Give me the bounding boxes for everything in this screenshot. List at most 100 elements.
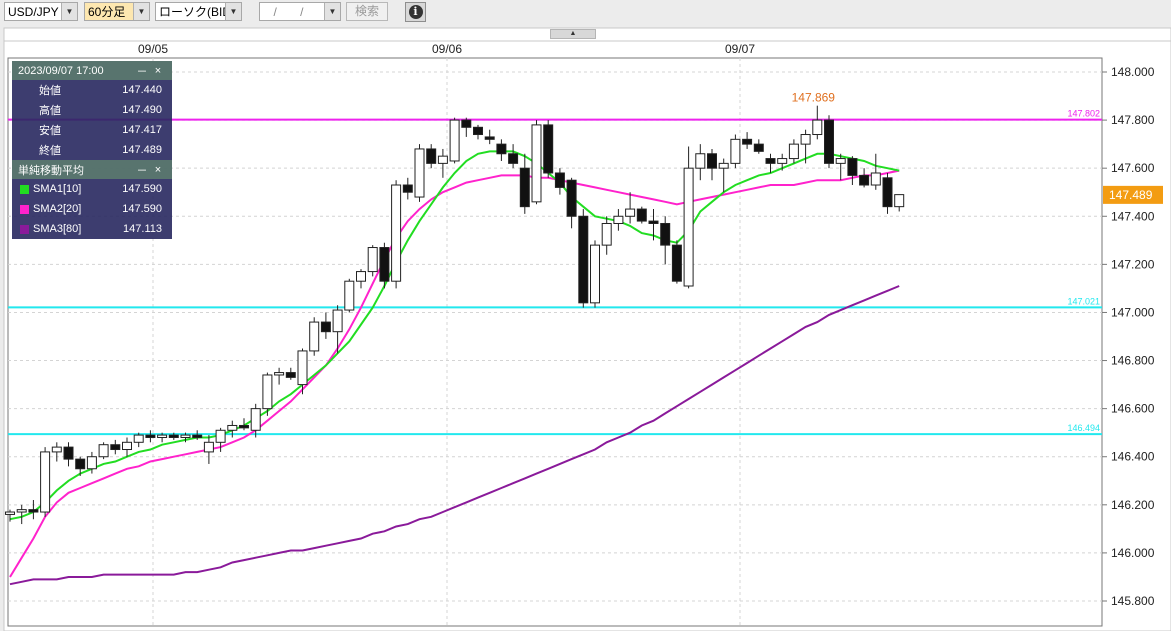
candle-up [531,124,542,203]
candle-down [63,446,74,460]
sma-title: 単純移動平均 [18,164,84,177]
candle-down [75,458,86,470]
candle-up [800,134,811,145]
candle-down [519,167,530,208]
candle-down [402,184,413,193]
candle-up [718,162,729,169]
sma2-value: 147.590 [122,203,162,215]
candle-down [168,434,179,438]
high-label: 高値 [39,105,61,117]
candle-up [51,446,62,453]
candle-up [437,155,448,164]
candle-up [683,167,694,287]
high-value: 147.490 [122,104,162,116]
sma1-value: 147.590 [122,183,162,195]
candle-up [730,138,741,164]
sma3-value: 147.113 [123,223,162,235]
candle-up [203,441,214,453]
y-tick-label: 146.200 [1111,498,1155,512]
candle-up [414,148,425,198]
ohlc-row-high: 高値 147.490 [12,100,172,120]
sma3-swatch [20,224,29,234]
candle-up [16,509,27,513]
candle-up [262,374,273,410]
info-datetime: 2023/09/07 17:00 [18,64,104,77]
candle-up [40,451,51,513]
sma1-name: SMA1[10] [33,183,82,195]
candle-up [625,208,636,217]
ohlc-row-close: 終値 147.489 [12,140,172,160]
sma1-swatch [20,184,29,194]
candle-up [788,143,799,160]
candle-up [601,222,612,246]
candle-up [449,119,460,162]
candle-down [426,148,437,164]
candle-down [859,174,870,186]
candle-up [180,434,191,438]
y-tick-label: 147.200 [1111,257,1155,271]
candle-up [309,321,320,352]
candle-down [636,208,647,222]
sma1-row: SMA1[10] 147.590 [12,179,172,199]
plot-frame [7,57,1103,627]
candle-up [250,408,261,431]
close-button[interactable]: × [150,65,166,77]
low-value: 147.417 [122,124,162,136]
candle-down [285,372,296,378]
candle-up [870,172,881,186]
candle-up [391,184,402,282]
y-tick-label: 148.000 [1111,65,1155,79]
x-date-label: 09/06 [432,42,462,56]
candle-down [707,153,717,169]
reference-line-label: 147.021 [1067,296,1100,306]
reference-line-label: 147.802 [1067,109,1100,119]
candle-down [145,434,156,438]
candle-down [554,172,565,188]
y-tick-label: 147.400 [1111,209,1155,223]
candle-up [835,158,846,164]
sma3-name: SMA3[80] [33,223,82,235]
candle-down [578,215,589,304]
candle-down [742,138,753,145]
candle-up [367,247,378,273]
candle-up [227,424,238,431]
candle-down [648,220,659,224]
candle-up [356,271,366,282]
x-date-label: 09/05 [138,42,168,56]
candle-down [239,424,249,429]
candle-down [671,244,682,282]
close-value: 147.489 [122,144,162,156]
x-date-label: 09/07 [725,42,755,56]
y-tick-label: 147.800 [1111,113,1155,127]
ohlc-row-open: 始値 147.440 [12,80,172,100]
candle-up [274,372,285,376]
sma2-swatch [20,204,29,214]
y-tick-label: 146.600 [1111,402,1155,416]
info-panel-header: 2023/09/07 17:00 － × [12,61,172,80]
candle-up [5,511,15,515]
minimize-button[interactable]: － [134,63,150,79]
candle-down [320,321,331,333]
y-tick-label: 147.000 [1111,305,1155,319]
candle-down [28,509,39,513]
candle-down [543,124,554,174]
candle-up [98,444,109,458]
candle-up [613,215,624,224]
candle-up [86,456,97,470]
candle-down [496,143,507,155]
candle-up [590,244,600,304]
sma-minimize-button[interactable]: － [134,162,150,178]
candle-up [332,309,343,333]
collapse-toolbar-button[interactable]: ▲ [550,29,596,39]
open-value: 147.440 [122,84,162,96]
caret-up-icon: ▲ [569,30,577,37]
y-tick-label: 146.000 [1111,546,1155,560]
candle-down [882,177,893,208]
sma3-row: SMA3[80] 147.113 [12,219,172,239]
candle-down [566,179,577,217]
candle-up [122,441,132,451]
candle-up [812,119,823,136]
price-chart[interactable]: 148.000 147.800 147.600 147.400 147.200 147.0… [0,0,1171,631]
y-tick-label: 146.400 [1111,450,1155,464]
sma-close-button[interactable]: × [150,164,166,176]
